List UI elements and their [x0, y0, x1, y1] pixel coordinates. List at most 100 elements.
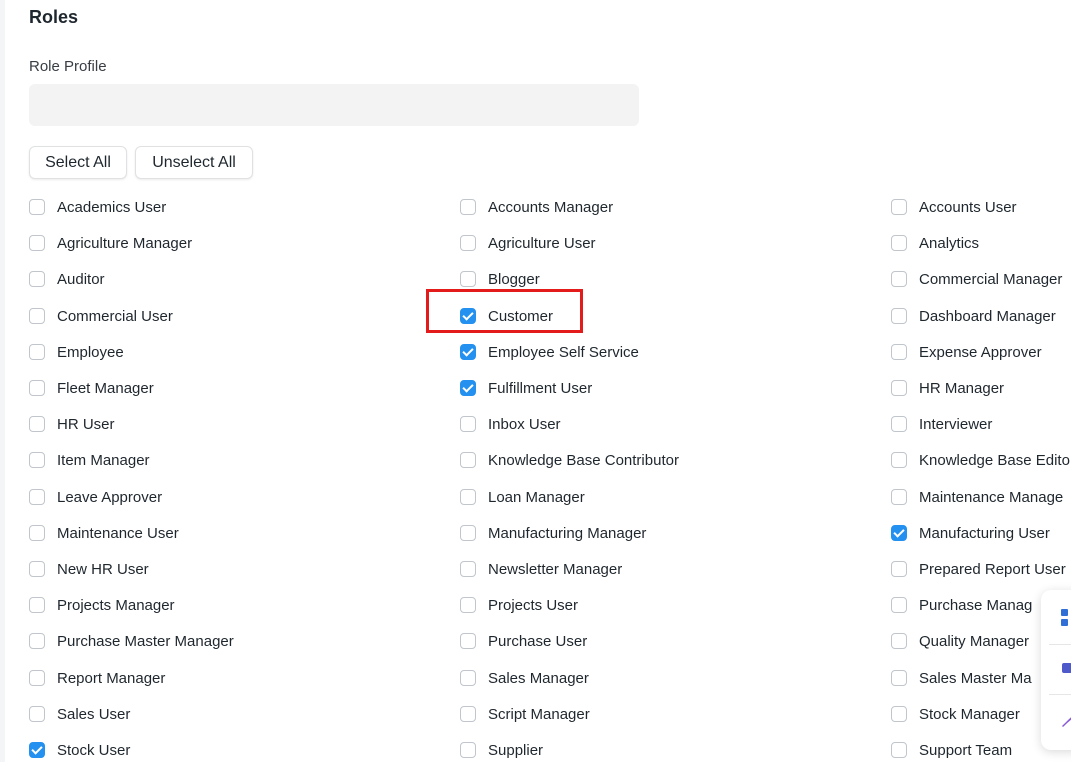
role-checkbox-item[interactable]: Expense Approver — [891, 334, 1042, 370]
role-checkbox-item[interactable]: Manufacturing User — [891, 515, 1050, 551]
role-checkbox[interactable] — [29, 380, 45, 396]
role-checkbox-item[interactable]: Purchase Master Manager — [29, 623, 234, 659]
role-checkbox[interactable] — [891, 344, 907, 360]
role-checkbox[interactable] — [29, 706, 45, 722]
role-checkbox[interactable] — [460, 742, 476, 758]
role-checkbox[interactable] — [29, 416, 45, 432]
role-checkbox[interactable] — [460, 633, 476, 649]
role-checkbox-item[interactable]: HR User — [29, 406, 115, 442]
role-checkbox[interactable] — [891, 199, 907, 215]
role-checkbox[interactable] — [29, 452, 45, 468]
role-checkbox-item[interactable]: Sales Master Ma — [891, 660, 1032, 696]
role-checkbox-item[interactable]: Dashboard Manager — [891, 298, 1056, 334]
select-all-button[interactable]: Select All — [29, 146, 127, 179]
role-checkbox-checked[interactable] — [460, 380, 476, 396]
role-checkbox[interactable] — [460, 271, 476, 287]
role-checkbox-checked[interactable] — [891, 525, 907, 541]
role-checkbox-item[interactable]: Projects Manager — [29, 587, 175, 623]
role-checkbox-item[interactable]: Prepared Report User — [891, 551, 1066, 587]
role-checkbox-item[interactable]: Maintenance Manage — [891, 479, 1063, 515]
role-checkbox-item[interactable]: Support Team — [891, 732, 1012, 762]
role-checkbox-item[interactable]: Commercial Manager — [891, 261, 1062, 297]
role-checkbox[interactable] — [460, 199, 476, 215]
role-checkbox-item[interactable]: Agriculture User — [460, 225, 596, 261]
role-checkbox[interactable] — [29, 525, 45, 541]
role-checkbox-item[interactable]: Knowledge Base Contributor — [460, 442, 679, 478]
role-checkbox[interactable] — [29, 308, 45, 324]
role-checkbox-item[interactable]: Stock User — [29, 732, 130, 762]
role-checkbox-checked[interactable] — [29, 742, 45, 758]
role-checkbox-item[interactable]: Inbox User — [460, 406, 561, 442]
role-checkbox[interactable] — [29, 271, 45, 287]
role-checkbox[interactable] — [460, 525, 476, 541]
role-checkbox[interactable] — [460, 597, 476, 613]
role-checkbox-item[interactable]: Script Manager — [460, 696, 590, 732]
role-checkbox-item[interactable]: Quality Manager — [891, 623, 1029, 659]
role-checkbox[interactable] — [460, 452, 476, 468]
pen-icon[interactable] — [1060, 708, 1071, 728]
role-checkbox-item[interactable]: Auditor — [29, 261, 105, 297]
role-checkbox[interactable] — [460, 706, 476, 722]
role-checkbox[interactable] — [29, 633, 45, 649]
role-profile-input[interactable] — [29, 84, 639, 126]
role-checkbox-item[interactable]: Report Manager — [29, 660, 165, 696]
role-checkbox-item[interactable]: Fulfillment User — [460, 370, 592, 406]
role-checkbox[interactable] — [891, 633, 907, 649]
role-checkbox[interactable] — [891, 489, 907, 505]
role-checkbox-checked[interactable] — [460, 308, 476, 324]
role-checkbox[interactable] — [29, 344, 45, 360]
role-checkbox[interactable] — [891, 416, 907, 432]
role-checkbox-item[interactable]: Customer — [460, 298, 553, 334]
role-checkbox[interactable] — [891, 235, 907, 251]
role-checkbox[interactable] — [891, 380, 907, 396]
role-checkbox[interactable] — [891, 308, 907, 324]
role-checkbox[interactable] — [891, 670, 907, 686]
role-checkbox[interactable] — [460, 561, 476, 577]
role-checkbox-item[interactable]: Blogger — [460, 261, 540, 297]
role-checkbox-item[interactable]: Employee — [29, 334, 124, 370]
role-checkbox-item[interactable]: Newsletter Manager — [460, 551, 622, 587]
role-checkbox-item[interactable]: Loan Manager — [460, 479, 585, 515]
role-checkbox[interactable] — [891, 706, 907, 722]
role-checkbox-item[interactable]: Interviewer — [891, 406, 992, 442]
role-checkbox-item[interactable]: HR Manager — [891, 370, 1004, 406]
role-checkbox-item[interactable]: Analytics — [891, 225, 979, 261]
role-checkbox[interactable] — [29, 561, 45, 577]
teams-icon[interactable] — [1060, 658, 1071, 678]
role-checkbox[interactable] — [460, 670, 476, 686]
role-checkbox-item[interactable]: Employee Self Service — [460, 334, 639, 370]
role-checkbox[interactable] — [891, 742, 907, 758]
role-checkbox-item[interactable]: Projects User — [460, 587, 578, 623]
role-checkbox[interactable] — [891, 597, 907, 613]
role-checkbox[interactable] — [891, 561, 907, 577]
role-checkbox[interactable] — [460, 235, 476, 251]
role-checkbox-item[interactable]: Accounts Manager — [460, 189, 613, 225]
role-checkbox-item[interactable]: Supplier — [460, 732, 543, 762]
unselect-all-button[interactable]: Unselect All — [135, 146, 253, 179]
role-checkbox-item[interactable]: Commercial User — [29, 298, 173, 334]
grid-app-icon[interactable] — [1060, 608, 1071, 628]
role-checkbox[interactable] — [29, 489, 45, 505]
role-checkbox-item[interactable]: Manufacturing Manager — [460, 515, 646, 551]
role-checkbox-item[interactable]: Purchase Manag — [891, 587, 1032, 623]
role-checkbox[interactable] — [460, 416, 476, 432]
role-checkbox-item[interactable]: Purchase User — [460, 623, 587, 659]
role-checkbox-item[interactable]: Agriculture Manager — [29, 225, 192, 261]
role-checkbox-item[interactable]: Leave Approver — [29, 479, 162, 515]
role-checkbox-item[interactable]: New HR User — [29, 551, 149, 587]
role-checkbox[interactable] — [891, 271, 907, 287]
role-checkbox[interactable] — [29, 597, 45, 613]
role-checkbox-item[interactable]: Fleet Manager — [29, 370, 154, 406]
role-checkbox-item[interactable]: Sales Manager — [460, 660, 589, 696]
role-checkbox-item[interactable]: Knowledge Base Edito — [891, 442, 1070, 478]
role-checkbox-checked[interactable] — [460, 344, 476, 360]
role-checkbox[interactable] — [29, 235, 45, 251]
role-checkbox-item[interactable]: Academics User — [29, 189, 166, 225]
role-checkbox-item[interactable]: Item Manager — [29, 442, 150, 478]
role-checkbox-item[interactable]: Sales User — [29, 696, 130, 732]
role-checkbox-item[interactable]: Stock Manager — [891, 696, 1020, 732]
role-checkbox[interactable] — [460, 489, 476, 505]
role-checkbox[interactable] — [29, 199, 45, 215]
role-checkbox[interactable] — [891, 452, 907, 468]
role-checkbox-item[interactable]: Accounts User — [891, 189, 1017, 225]
